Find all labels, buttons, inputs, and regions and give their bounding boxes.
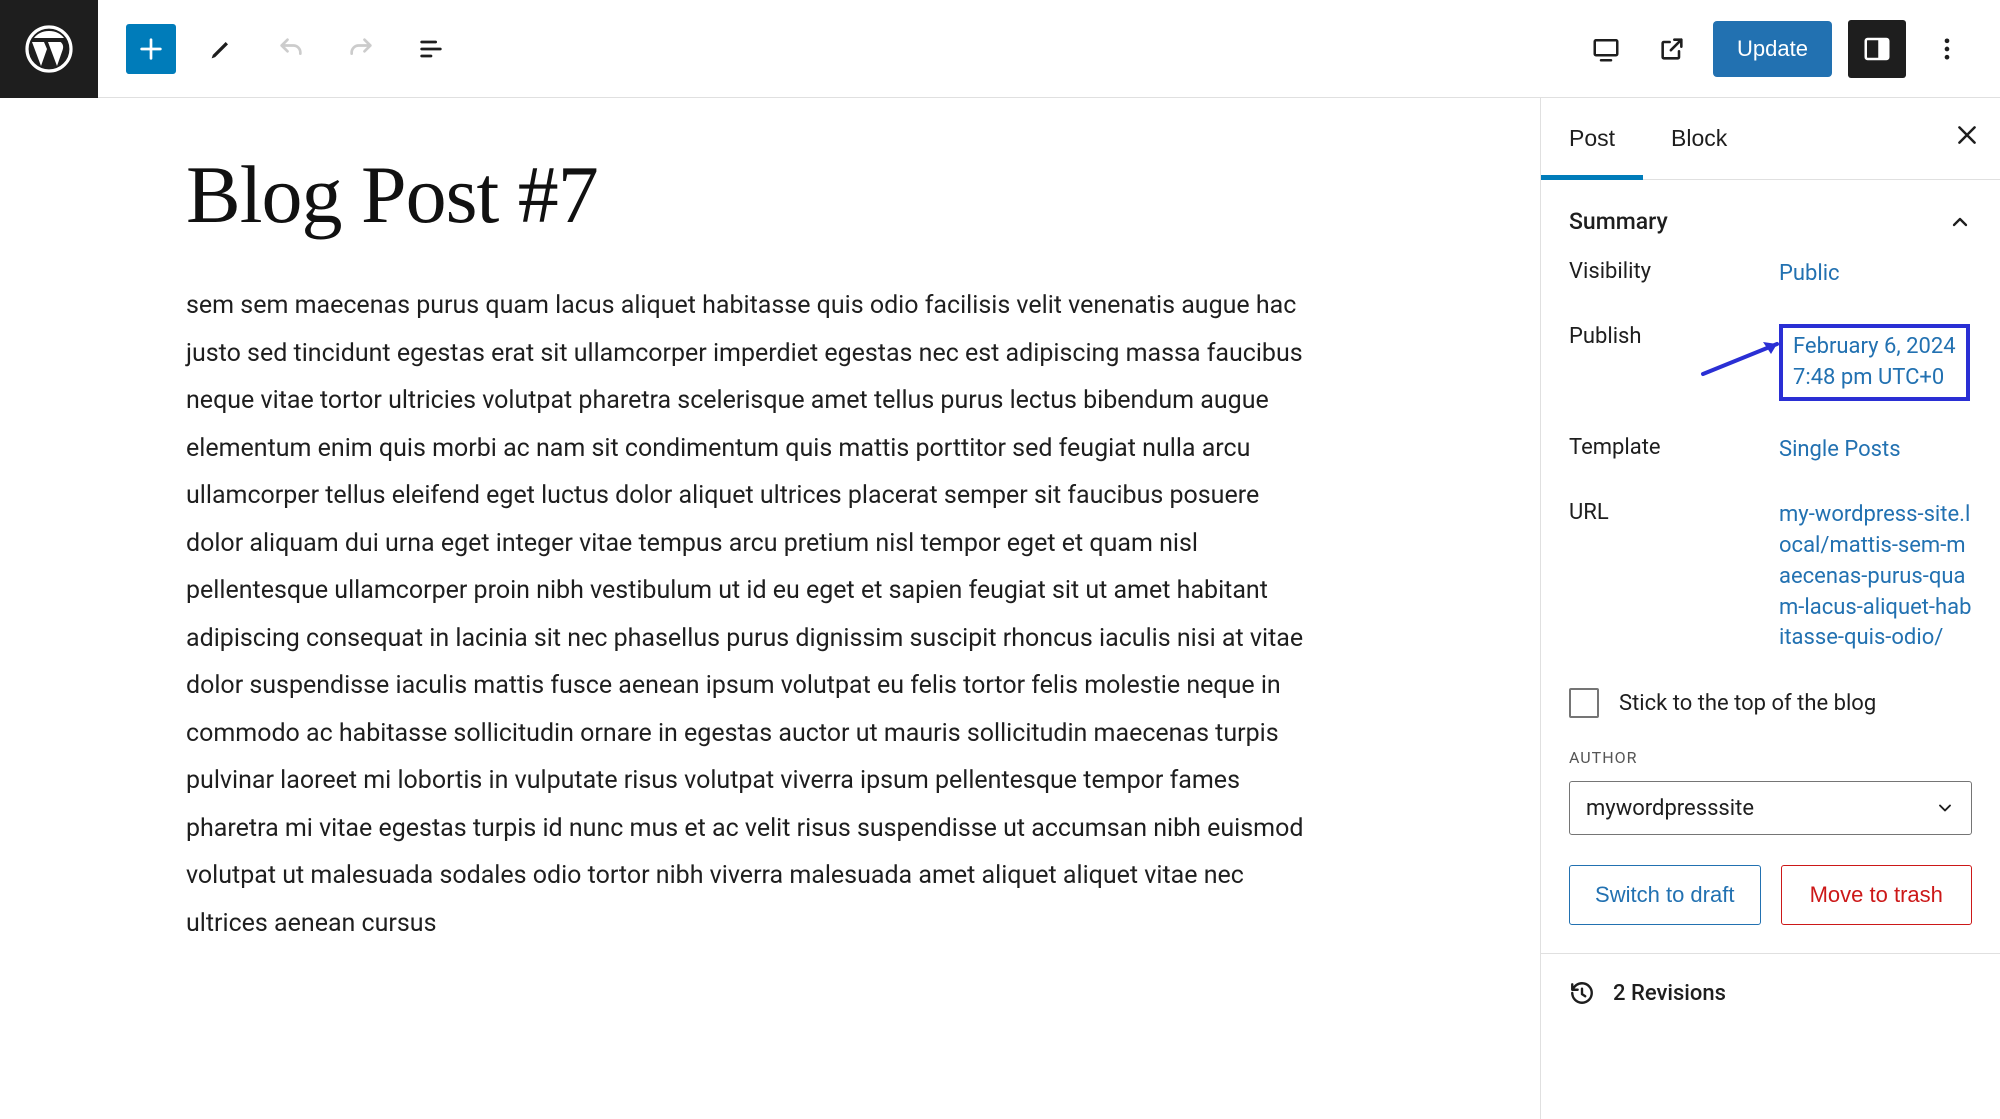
post-body[interactable]: sem sem maecenas purus quam lacus alique…: [186, 282, 1316, 947]
sidebar-icon: [1862, 34, 1892, 64]
undo-button[interactable]: [266, 24, 316, 74]
outline-icon: [417, 35, 445, 63]
url-label: URL: [1569, 500, 1779, 525]
chevron-down-icon: [1935, 798, 1955, 818]
switch-to-draft-button[interactable]: Switch to draft: [1569, 865, 1761, 925]
publish-label: Publish: [1569, 324, 1779, 349]
revisions-row[interactable]: 2 Revisions: [1541, 953, 2000, 1032]
update-button[interactable]: Update: [1713, 21, 1832, 77]
stick-to-top-row[interactable]: Stick to the top of the blog: [1569, 688, 1972, 718]
edit-mode-button[interactable]: [196, 24, 246, 74]
toolbar-right: Update: [1581, 20, 2000, 78]
plus-icon: [137, 35, 165, 63]
top-toolbar: Update: [0, 0, 2000, 98]
template-value[interactable]: Single Posts: [1779, 435, 1972, 466]
settings-sidebar: Post Block Summary Visibility Public Pub…: [1540, 98, 2000, 1119]
author-heading: AUTHOR: [1569, 748, 1972, 767]
template-label: Template: [1569, 435, 1779, 460]
desktop-icon: [1591, 34, 1621, 64]
close-icon: [1954, 122, 1980, 148]
more-options-button[interactable]: [1922, 24, 1972, 74]
view-button[interactable]: [1581, 24, 1631, 74]
settings-toggle-button[interactable]: [1848, 20, 1906, 78]
publish-date-value[interactable]: February 6, 2024 7:48 pm UTC+0: [1779, 324, 1970, 402]
publish-date: February 6, 2024: [1793, 334, 1956, 359]
author-value: mywordpresssite: [1586, 796, 1754, 821]
move-to-trash-button[interactable]: Move to trash: [1781, 865, 1973, 925]
redo-icon: [347, 35, 375, 63]
kebab-icon: [1933, 35, 1961, 63]
stick-label: Stick to the top of the blog: [1619, 691, 1876, 716]
close-sidebar-button[interactable]: [1954, 122, 1980, 155]
publish-time: 7:48 pm UTC+0: [1793, 365, 1944, 390]
tab-post[interactable]: Post: [1541, 98, 1643, 179]
external-link-icon: [1658, 35, 1686, 63]
wordpress-icon: [25, 25, 73, 73]
add-block-button[interactable]: [126, 24, 176, 74]
undo-icon: [277, 35, 305, 63]
chevron-up-icon: [1948, 210, 1972, 234]
sidebar-tabs: Post Block: [1541, 98, 2000, 180]
visibility-value[interactable]: Public: [1779, 259, 1972, 290]
preview-button[interactable]: [1647, 24, 1697, 74]
revisions-label: 2 Revisions: [1613, 981, 1726, 1006]
history-icon: [1569, 980, 1595, 1006]
visibility-label: Visibility: [1569, 259, 1779, 284]
wordpress-logo[interactable]: [0, 0, 98, 98]
toolbar-left: [98, 24, 456, 74]
summary-panel-header[interactable]: Summary: [1569, 198, 1972, 259]
editor-canvas[interactable]: Blog Post #7 sem sem maecenas purus quam…: [0, 98, 1540, 1119]
stick-checkbox[interactable]: [1569, 688, 1599, 718]
summary-title: Summary: [1569, 208, 1668, 235]
url-value[interactable]: my-wordpress-site.local/mattis-sem-maece…: [1779, 500, 1972, 654]
author-select[interactable]: mywordpresssite: [1569, 781, 1972, 835]
summary-actions: Switch to draft Move to trash: [1569, 865, 1972, 925]
redo-button[interactable]: [336, 24, 386, 74]
main-layout: Blog Post #7 sem sem maecenas purus quam…: [0, 98, 2000, 1119]
summary-panel: Summary Visibility Public Publish Februa…: [1541, 180, 2000, 953]
tab-block[interactable]: Block: [1643, 98, 1755, 179]
summary-properties: Visibility Public Publish February 6, 20…: [1569, 259, 1972, 654]
pencil-icon: [207, 35, 235, 63]
post-title[interactable]: Blog Post #7: [186, 148, 1340, 242]
document-overview-button[interactable]: [406, 24, 456, 74]
